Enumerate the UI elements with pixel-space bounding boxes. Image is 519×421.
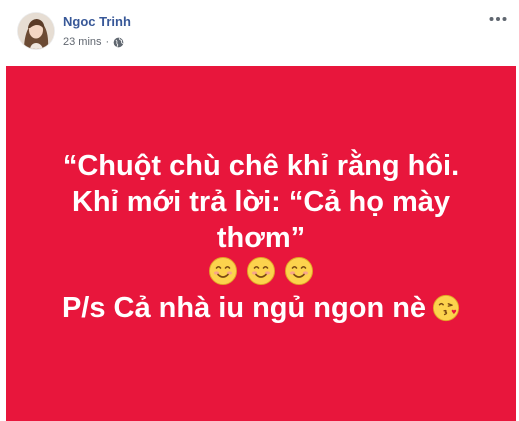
emoji-row [6, 256, 516, 290]
status-ps-text: P/s Cả nhà iu ngủ ngon nè [61, 292, 427, 324]
avatar-image [18, 13, 54, 49]
smiling-face-icon [247, 257, 275, 285]
more-options-icon[interactable] [486, 10, 510, 28]
colored-status-background[interactable]: “Chuột chù chê khỉ rằng hôi. Khỉ mới trả… [6, 66, 516, 421]
post-timestamp[interactable]: 23 mins [63, 36, 102, 48]
meta-separator: · [105, 36, 110, 48]
status-line-ps: P/s Cả nhà iu ngủ ngon nè [6, 290, 516, 326]
avatar[interactable] [18, 13, 54, 49]
status-line-3: thơm” [216, 222, 306, 254]
status-text: “Chuột chù chê khỉ rằng hôi. Khỉ mới trả… [6, 148, 516, 326]
smiling-face-icon [285, 257, 314, 285]
post-header: Ngoc Trinh 23 mins · [0, 0, 519, 64]
post-meta: 23 mins · [63, 35, 124, 49]
status-line-2: Khỉ mới trả lời: “Cả họ mày [71, 186, 451, 218]
status-line-1: “Chuột chù chê khỉ rằng hôi. [62, 150, 460, 182]
facebook-post: Ngoc Trinh 23 mins · “Chuột chù chê khỉ … [0, 0, 519, 421]
smiling-face-icon [208, 257, 237, 285]
face-blowing-kiss-icon [432, 294, 460, 322]
globe-icon[interactable] [113, 37, 124, 48]
author-name[interactable]: Ngoc Trinh [63, 14, 131, 29]
